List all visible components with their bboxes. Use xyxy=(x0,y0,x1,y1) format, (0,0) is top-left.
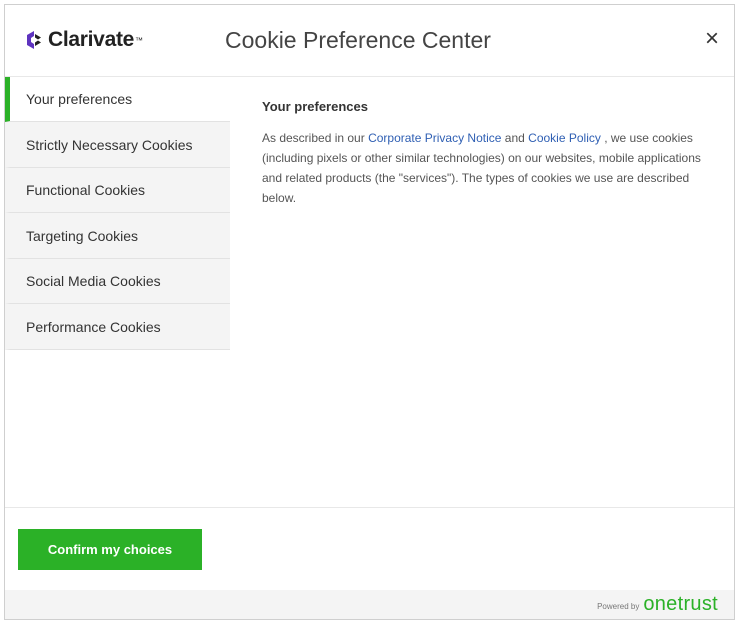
category-menu: Your preferences Strictly Necessary Cook… xyxy=(5,76,230,508)
description-text-start: As described in our xyxy=(262,130,369,145)
modal-title: Cookie Preference Center xyxy=(225,26,491,53)
powered-by-label: Powered by xyxy=(597,602,640,612)
menu-item-targeting[interactable]: Targeting Cookies xyxy=(5,213,230,259)
privacy-notice-link[interactable]: Corporate Privacy Notice xyxy=(368,131,501,145)
onetrust-logo[interactable]: onetrust xyxy=(643,593,718,616)
modal-header: Clarivate ™ Cookie Preference Center × xyxy=(5,5,734,77)
panel-title: Your preferences xyxy=(262,98,368,114)
menu-item-social-media[interactable]: Social Media Cookies xyxy=(5,258,230,305)
clarivate-logo-icon xyxy=(25,30,43,50)
preferences-panel: Your preferences As described in our Cor… xyxy=(230,77,734,508)
clarivate-logo: Clarivate ™ xyxy=(25,28,215,52)
cookie-policy-link[interactable]: Cookie Policy xyxy=(528,131,601,145)
menu-item-your-preferences[interactable]: Your preferences xyxy=(5,76,230,123)
menu-item-functional[interactable]: Functional Cookies xyxy=(5,167,230,214)
menu-item-performance[interactable]: Performance Cookies xyxy=(5,304,230,350)
powered-by-bar: Powered by onetrust xyxy=(5,590,734,619)
logo-wordmark: Clarivate xyxy=(48,28,135,52)
menu-item-strictly-necessary[interactable]: Strictly Necessary Cookies xyxy=(5,122,230,168)
panel-description: As described in our Corporate Privacy No… xyxy=(262,128,702,208)
modal-content: Your preferences Strictly Necessary Cook… xyxy=(5,76,734,509)
confirm-choices-button[interactable]: Confirm my choices xyxy=(18,528,202,570)
description-text-middle: and xyxy=(501,130,529,145)
logo-trademark: ™ xyxy=(135,35,144,45)
close-button[interactable]: × xyxy=(700,27,724,51)
close-icon: × xyxy=(704,25,719,52)
cookie-preference-modal: Clarivate ™ Cookie Preference Center × Y… xyxy=(4,4,735,620)
modal-footer: Confirm my choices xyxy=(5,508,734,590)
